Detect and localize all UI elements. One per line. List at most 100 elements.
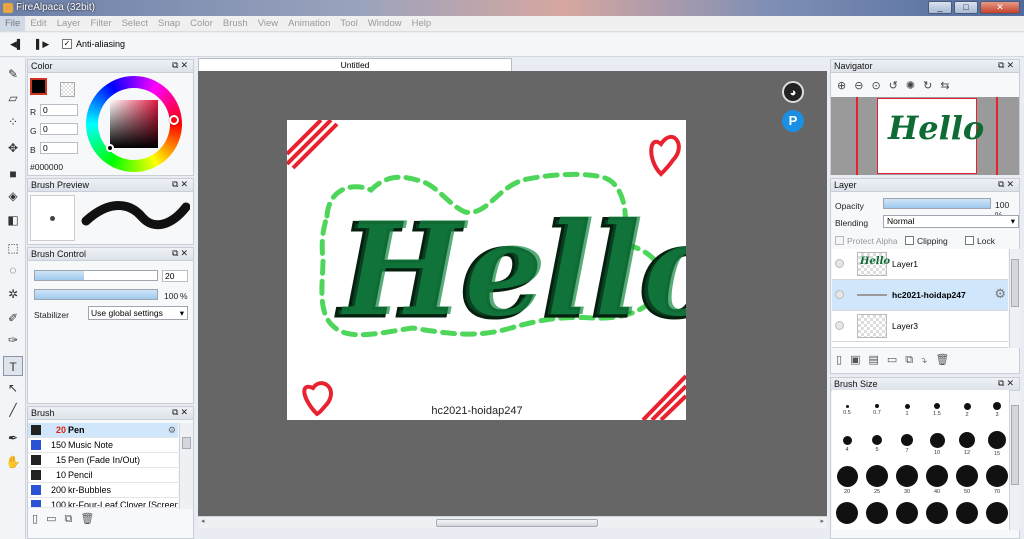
brush-item-pen[interactable]: 20 Pen ⚙ bbox=[28, 423, 178, 438]
menu-snap[interactable]: Snap bbox=[153, 16, 185, 31]
brush-opacity-slider[interactable] bbox=[34, 289, 158, 300]
maximize-button[interactable]: □ bbox=[954, 1, 978, 14]
new-brush-icon[interactable]: ▯ bbox=[32, 513, 46, 525]
brush-size-preset[interactable] bbox=[922, 502, 952, 524]
duplicate-layer-icon[interactable]: ⧉ bbox=[905, 354, 921, 366]
panel-controls-icon[interactable]: ⧉✕ bbox=[172, 179, 190, 190]
brush-size-slider[interactable] bbox=[34, 270, 158, 281]
gradient-tool-icon[interactable]: ◧ bbox=[3, 210, 23, 230]
menu-help[interactable]: Help bbox=[407, 16, 437, 31]
brush-size-preset[interactable]: 1 bbox=[892, 403, 922, 417]
brush-size-preset[interactable]: 1.5 bbox=[922, 403, 952, 417]
magic-wand-tool-icon[interactable]: ✲ bbox=[3, 284, 23, 304]
brush-size-preset[interactable]: 3 bbox=[982, 402, 1012, 418]
b-input[interactable]: 0 bbox=[40, 142, 78, 154]
menu-filter[interactable]: Filter bbox=[85, 16, 116, 31]
select-tool-icon[interactable]: ⬚ bbox=[3, 238, 23, 258]
stabilizer-select[interactable]: Use global settings ▾ bbox=[88, 306, 188, 320]
brush-item-music-note[interactable]: 150 Music Note bbox=[28, 438, 178, 453]
zoom-fit-icon[interactable]: ⊙ bbox=[871, 80, 888, 92]
blending-select[interactable]: Normal ▾ bbox=[883, 215, 1019, 228]
scroll-right-icon[interactable]: ▸ bbox=[820, 517, 824, 525]
brush-item-pencil[interactable]: 10 Pencil bbox=[28, 468, 178, 483]
brush-size-preset[interactable]: 0.5 bbox=[832, 404, 862, 416]
select-pen-tool-icon[interactable]: ✐ bbox=[3, 308, 23, 328]
brush-item-kr-bubbles[interactable]: 200 kr-Bubbles bbox=[28, 483, 178, 498]
brush-size-preset[interactable]: 40 bbox=[922, 465, 952, 495]
brush-size-preset[interactable]: 7 bbox=[892, 434, 922, 454]
saturation-value-square[interactable] bbox=[110, 100, 158, 148]
new-8bit-layer-icon[interactable]: ▣ bbox=[850, 354, 868, 366]
primary-color-swatch[interactable] bbox=[30, 78, 47, 95]
menu-animation[interactable]: Animation bbox=[283, 16, 335, 31]
merge-layer-icon[interactable]: ⤵ bbox=[921, 354, 935, 366]
brush-size-input[interactable]: 20 bbox=[162, 270, 188, 282]
protect-alpha-checkbox[interactable] bbox=[835, 236, 844, 245]
eyedropper-tool-icon[interactable]: ✒ bbox=[3, 428, 23, 448]
brush-size-preset[interactable]: 20 bbox=[832, 465, 862, 495]
brush-size-preset[interactable]: 30 bbox=[892, 465, 922, 495]
bucket-tool-icon[interactable]: ◈ bbox=[3, 186, 23, 206]
panel-controls-icon[interactable]: ⧉✕ bbox=[172, 60, 190, 71]
canvas-h-scrollbar[interactable]: ◂ ▸ bbox=[198, 516, 827, 528]
brush-size-preset[interactable]: 5 bbox=[862, 435, 892, 453]
new-layer-icon[interactable]: ▯ bbox=[836, 354, 850, 366]
brush-size-preset[interactable]: 70 bbox=[982, 465, 1012, 495]
new-1bit-layer-icon[interactable]: ▤ bbox=[868, 354, 886, 366]
brush-size-preset[interactable]: 15 bbox=[982, 431, 1012, 457]
operation-tool-icon[interactable]: ↖ bbox=[3, 378, 23, 398]
panel-controls-icon[interactable]: ⧉✕ bbox=[998, 179, 1016, 190]
gear-icon[interactable]: ⚙ bbox=[994, 286, 1006, 302]
brush-size-preset[interactable]: 50 bbox=[952, 465, 982, 495]
scroll-left-icon[interactable]: ◂ bbox=[201, 517, 205, 525]
divide-tool-icon[interactable]: ╱ bbox=[3, 400, 23, 420]
brush-size-preset[interactable]: 12 bbox=[952, 432, 982, 456]
pen-tool-icon[interactable]: ✎ bbox=[3, 64, 23, 84]
hue-wheel[interactable] bbox=[86, 76, 182, 172]
visibility-icon[interactable] bbox=[835, 321, 844, 330]
reset-rotation-icon[interactable]: ✺ bbox=[906, 80, 923, 92]
layer-opacity-slider[interactable] bbox=[883, 198, 991, 209]
hand-tool-icon[interactable]: ✋ bbox=[3, 452, 23, 472]
close-button[interactable]: ✕ bbox=[980, 1, 1020, 14]
text-tool-icon[interactable]: T bbox=[3, 356, 23, 376]
next-frame-button[interactable]: ▌▶ bbox=[36, 39, 49, 50]
delete-layer-icon[interactable]: 🗑 bbox=[935, 354, 957, 366]
brush-size-preset[interactable] bbox=[862, 502, 892, 524]
navigator-preview[interactable]: Hello bbox=[831, 97, 1019, 175]
clipping-checkbox[interactable] bbox=[905, 236, 914, 245]
brush-item-kr-clover[interactable]: 100 kr-Four-Leaf Clover [Screen] bbox=[28, 498, 178, 508]
brush-size-scrollbar[interactable] bbox=[1009, 391, 1020, 530]
menu-layer[interactable]: Layer bbox=[52, 16, 86, 31]
pixiv-icon[interactable]: P bbox=[782, 110, 804, 132]
menu-edit[interactable]: Edit bbox=[25, 16, 51, 31]
brush-size-preset[interactable]: 4 bbox=[832, 435, 862, 453]
layer-row-hc2021[interactable]: hc2021-hoidap247 ⚙ bbox=[832, 280, 1008, 311]
move-tool-icon[interactable]: ✥ bbox=[3, 138, 23, 158]
alpaca-avatar-icon[interactable]: ◕ bbox=[782, 81, 804, 103]
dot-pen-tool-icon[interactable]: ⁘ bbox=[3, 112, 23, 132]
gear-icon[interactable]: ⚙ bbox=[168, 423, 176, 437]
brush-item-pen-fade[interactable]: 15 Pen (Fade In/Out) bbox=[28, 453, 178, 468]
menu-color[interactable]: Color bbox=[185, 16, 218, 31]
panel-controls-icon[interactable]: ⧉✕ bbox=[998, 378, 1016, 389]
fill-rect-tool-icon[interactable]: ■ bbox=[3, 164, 23, 184]
zoom-in-icon[interactable]: ⊕ bbox=[837, 80, 854, 92]
menu-view[interactable]: View bbox=[253, 16, 283, 31]
layer-row-layer1[interactable]: Hello Layer1 bbox=[832, 249, 1008, 280]
rotate-left-icon[interactable]: ↺ bbox=[889, 80, 906, 92]
canvas-h-scroll-thumb[interactable] bbox=[436, 519, 598, 527]
visibility-icon[interactable] bbox=[835, 290, 844, 299]
lock-checkbox[interactable] bbox=[965, 236, 974, 245]
minimize-button[interactable]: _ bbox=[928, 1, 952, 14]
antialias-checkbox[interactable]: ✓ bbox=[62, 39, 72, 49]
brush-list-scrollbar[interactable] bbox=[179, 423, 193, 509]
visibility-icon[interactable] bbox=[835, 259, 844, 268]
artboard[interactable]: Hello Hello hc2021-hoidap247 bbox=[287, 120, 686, 420]
menu-file[interactable]: File bbox=[0, 16, 26, 31]
hue-cursor[interactable] bbox=[169, 115, 179, 125]
brush-size-preset[interactable] bbox=[832, 502, 862, 524]
trash-icon[interactable]: 🗑 bbox=[80, 513, 102, 525]
brush-size-preset[interactable] bbox=[892, 502, 922, 524]
layer-row-layer3[interactable]: Layer3 bbox=[832, 311, 1008, 342]
